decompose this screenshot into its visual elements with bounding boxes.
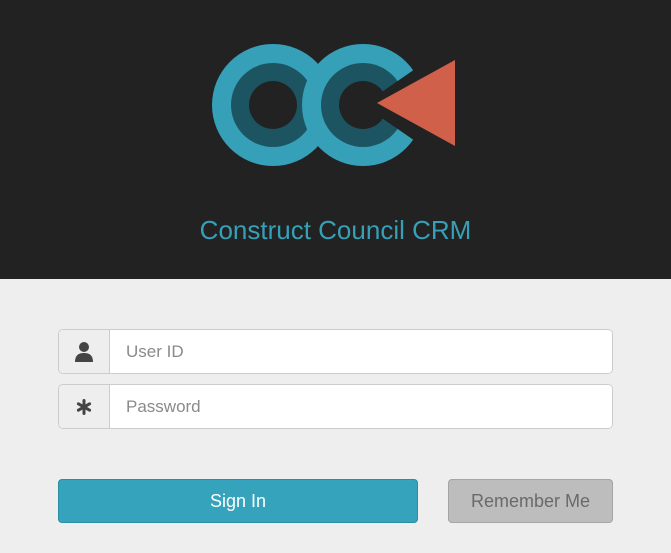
password-input[interactable]	[110, 385, 612, 428]
header-banner: Construct Council CRM	[0, 0, 671, 279]
cc-logo	[212, 44, 465, 166]
app-title: Construct Council CRM	[199, 215, 472, 245]
asterisk-icon	[59, 385, 110, 428]
remember-me-button[interactable]: Remember Me	[448, 479, 613, 523]
user-id-input[interactable]	[110, 330, 612, 373]
sign-in-button[interactable]: Sign In	[58, 479, 418, 523]
password-group	[58, 384, 613, 429]
user-id-group	[58, 329, 613, 374]
user-icon	[59, 330, 110, 373]
